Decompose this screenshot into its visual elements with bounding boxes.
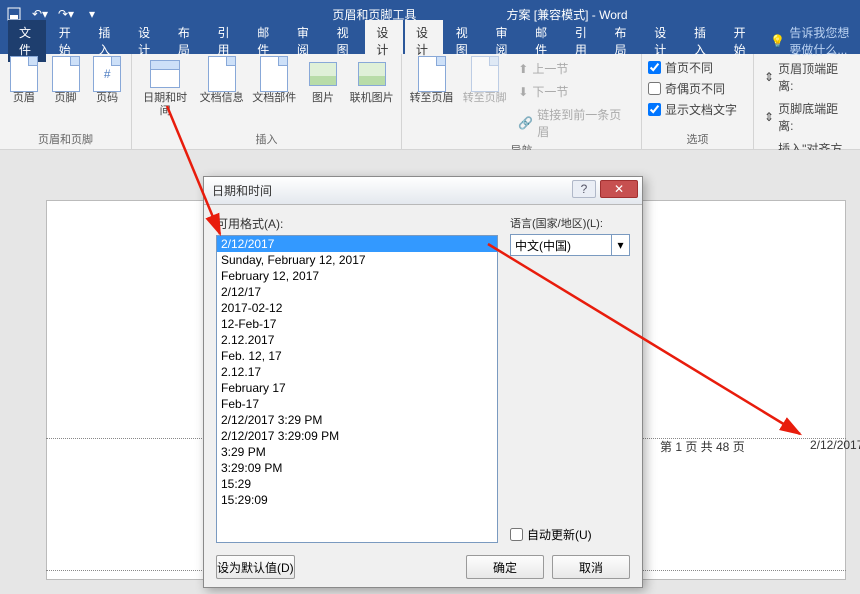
format-item[interactable]: February 17 <box>217 380 497 396</box>
ok-button[interactable]: 确定 <box>466 555 544 579</box>
show-doc-text-check[interactable]: 显示文档文字 <box>648 100 737 119</box>
footer-button[interactable]: 页脚 <box>48 58 84 105</box>
format-item[interactable]: February 12, 2017 <box>217 268 497 284</box>
date-time-button[interactable]: 日期和时间 <box>138 58 192 118</box>
online-pictures-button[interactable]: 联机图片 <box>348 58 395 105</box>
format-item[interactable]: 3:29 PM <box>217 444 497 460</box>
next-section-button[interactable]: ⬇下一节 <box>514 81 635 102</box>
quick-parts-button[interactable]: 文档部件 <box>251 58 298 105</box>
format-item[interactable]: 2/12/17 <box>217 284 497 300</box>
page-number-button[interactable]: #页码 <box>89 58 125 105</box>
dist-icon: ⇕ <box>764 110 774 124</box>
down-icon: ⬇ <box>518 85 528 99</box>
format-item[interactable]: Feb-17 <box>217 396 497 412</box>
up-icon: ⬆ <box>518 62 528 76</box>
locale-value: 中文(中国) <box>515 237 571 254</box>
format-item[interactable]: Feb. 12, 17 <box>217 348 497 364</box>
group-label: 插入 <box>138 131 395 149</box>
format-item[interactable]: 2/12/2017 <box>217 236 497 252</box>
header-top-distance[interactable]: ⇕页眉顶端距离: <box>760 58 852 96</box>
footer-bottom-distance[interactable]: ⇕页脚底端距离: <box>760 98 852 136</box>
format-item[interactable]: 2/12/2017 3:29:09 PM <box>217 428 497 444</box>
format-item[interactable]: Sunday, February 12, 2017 <box>217 252 497 268</box>
format-item[interactable]: 2.12.17 <box>217 364 497 380</box>
locale-combo[interactable]: 中文(中国) ▾ <box>510 234 630 256</box>
lightbulb-icon: 💡 <box>770 34 785 48</box>
formats-listbox[interactable]: 2/12/2017Sunday, February 12, 2017Februa… <box>216 235 498 543</box>
format-item[interactable]: 2.12.2017 <box>217 332 497 348</box>
dialog-title: 日期和时间 <box>212 182 272 199</box>
ribbon-tabs: 文件 开始插入设计布局引用邮件审阅视图设计设计视图审阅邮件引用布局设计插入开始 … <box>0 28 860 54</box>
doc-info-button[interactable]: 文档信息 <box>198 58 245 105</box>
group-label: 选项 <box>648 131 747 149</box>
ribbon: 页眉 页脚 #页码 页眉和页脚 日期和时间 文档信息 文档部件 图片 联机图片 … <box>0 54 860 150</box>
link-prev-button[interactable]: 🔗链接到前一条页眉 <box>514 104 635 142</box>
format-item[interactable]: 15:29 <box>217 476 497 492</box>
tell-me-text: 告诉我您想要做什么... <box>789 24 860 58</box>
diff-first-page-check[interactable]: 首页不同 <box>648 58 737 77</box>
locale-label: 语言(国家/地区)(L): <box>510 215 630 231</box>
auto-update-check[interactable]: 自动更新(U) <box>510 518 630 543</box>
prev-section-button[interactable]: ⬆上一节 <box>514 58 635 79</box>
dialog-help-button[interactable]: ? <box>572 180 596 198</box>
close-icon: ✕ <box>614 182 624 196</box>
dist-icon: ⇕ <box>764 70 774 84</box>
date-time-dialog: 日期和时间 ? ✕ 可用格式(A): 2/12/2017Sunday, Febr… <box>203 176 643 588</box>
chevron-down-icon: ▾ <box>611 235 629 255</box>
pictures-button[interactable]: 图片 <box>304 58 343 105</box>
footer-page-number[interactable]: 第 1 页 共 48 页 <box>660 438 745 455</box>
tell-me[interactable]: 💡 告诉我您想要做什么... <box>762 24 860 58</box>
goto-header-button[interactable]: 转至页眉 <box>408 58 455 105</box>
format-item[interactable]: 15:29:09 <box>217 492 497 508</box>
format-item[interactable]: 2017-02-12 <box>217 300 497 316</box>
group-label: 页眉和页脚 <box>6 131 125 149</box>
format-item[interactable]: 3:29:09 PM <box>217 460 497 476</box>
formats-label: 可用格式(A): <box>216 215 498 232</box>
dialog-close-button[interactable]: ✕ <box>600 180 638 198</box>
format-item[interactable]: 2/12/2017 3:29 PM <box>217 412 497 428</box>
header-button[interactable]: 页眉 <box>6 58 42 105</box>
cancel-button[interactable]: 取消 <box>552 555 630 579</box>
diff-odd-even-check[interactable]: 奇偶页不同 <box>648 79 737 98</box>
goto-footer-button[interactable]: 转至页脚 <box>461 58 508 105</box>
set-default-button[interactable]: 设为默认值(D) <box>216 555 295 579</box>
link-icon: 🔗 <box>518 116 533 130</box>
footer-date[interactable]: 2/12/2017 <box>810 438 860 452</box>
dialog-titlebar[interactable]: 日期和时间 ? ✕ <box>204 177 642 205</box>
format-item[interactable]: 12-Feb-17 <box>217 316 497 332</box>
